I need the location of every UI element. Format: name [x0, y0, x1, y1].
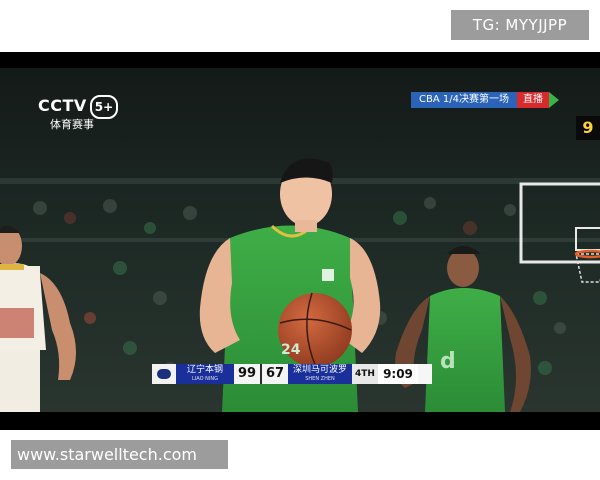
video-frame[interactable]: d CCTV 5+ 体育赛事 CBA 1/4决赛第一场 直播 9 辽宁本钢 LI… [0, 52, 600, 430]
letterbox-bottom [0, 412, 600, 430]
shot-clock: 9 [576, 116, 600, 140]
cctv-channel-logo: CCTV 5+ 体育赛事 [38, 95, 118, 132]
scoreboard: 辽宁本钢 LIAO NING 99 67 深圳马可波罗 SHEN ZHEN 4T… [152, 364, 432, 384]
cctv-wordmark: CCTV [38, 96, 87, 115]
game-clock: 9:09 [378, 364, 418, 384]
game-period: 4TH [352, 364, 378, 384]
website-watermark: www.starwelltech.com [11, 440, 228, 469]
banner-arrow-icon [548, 92, 559, 108]
away-team-name: 深圳马可波罗 [292, 365, 347, 375]
live-badge: 直播 [516, 92, 549, 108]
channel-number-badge: 5+ [90, 95, 118, 119]
away-team-name-en: SHEN ZHEN [305, 376, 335, 382]
away-score: 67 [262, 364, 288, 384]
jersey-number: 24 [281, 342, 301, 358]
svg-text:d: d [440, 349, 456, 374]
home-team-name-en: LIAO NING [192, 376, 218, 382]
home-team: 辽宁本钢 LIAO NING [176, 364, 234, 384]
home-team-name: 辽宁本钢 [186, 365, 223, 375]
scoreboard-end-cap [418, 364, 432, 384]
channel-subtitle: 体育赛事 [50, 118, 94, 131]
away-team: 深圳马可波罗 SHEN ZHEN [288, 364, 352, 384]
event-title: CBA 1/4决赛第一场 [411, 92, 517, 108]
league-logo-icon [152, 364, 176, 384]
home-score: 99 [234, 364, 260, 384]
telegram-watermark: TG: MYYJJPP [451, 10, 589, 40]
letterbox-top [0, 52, 600, 68]
event-banner: CBA 1/4决赛第一场 直播 [411, 92, 559, 108]
